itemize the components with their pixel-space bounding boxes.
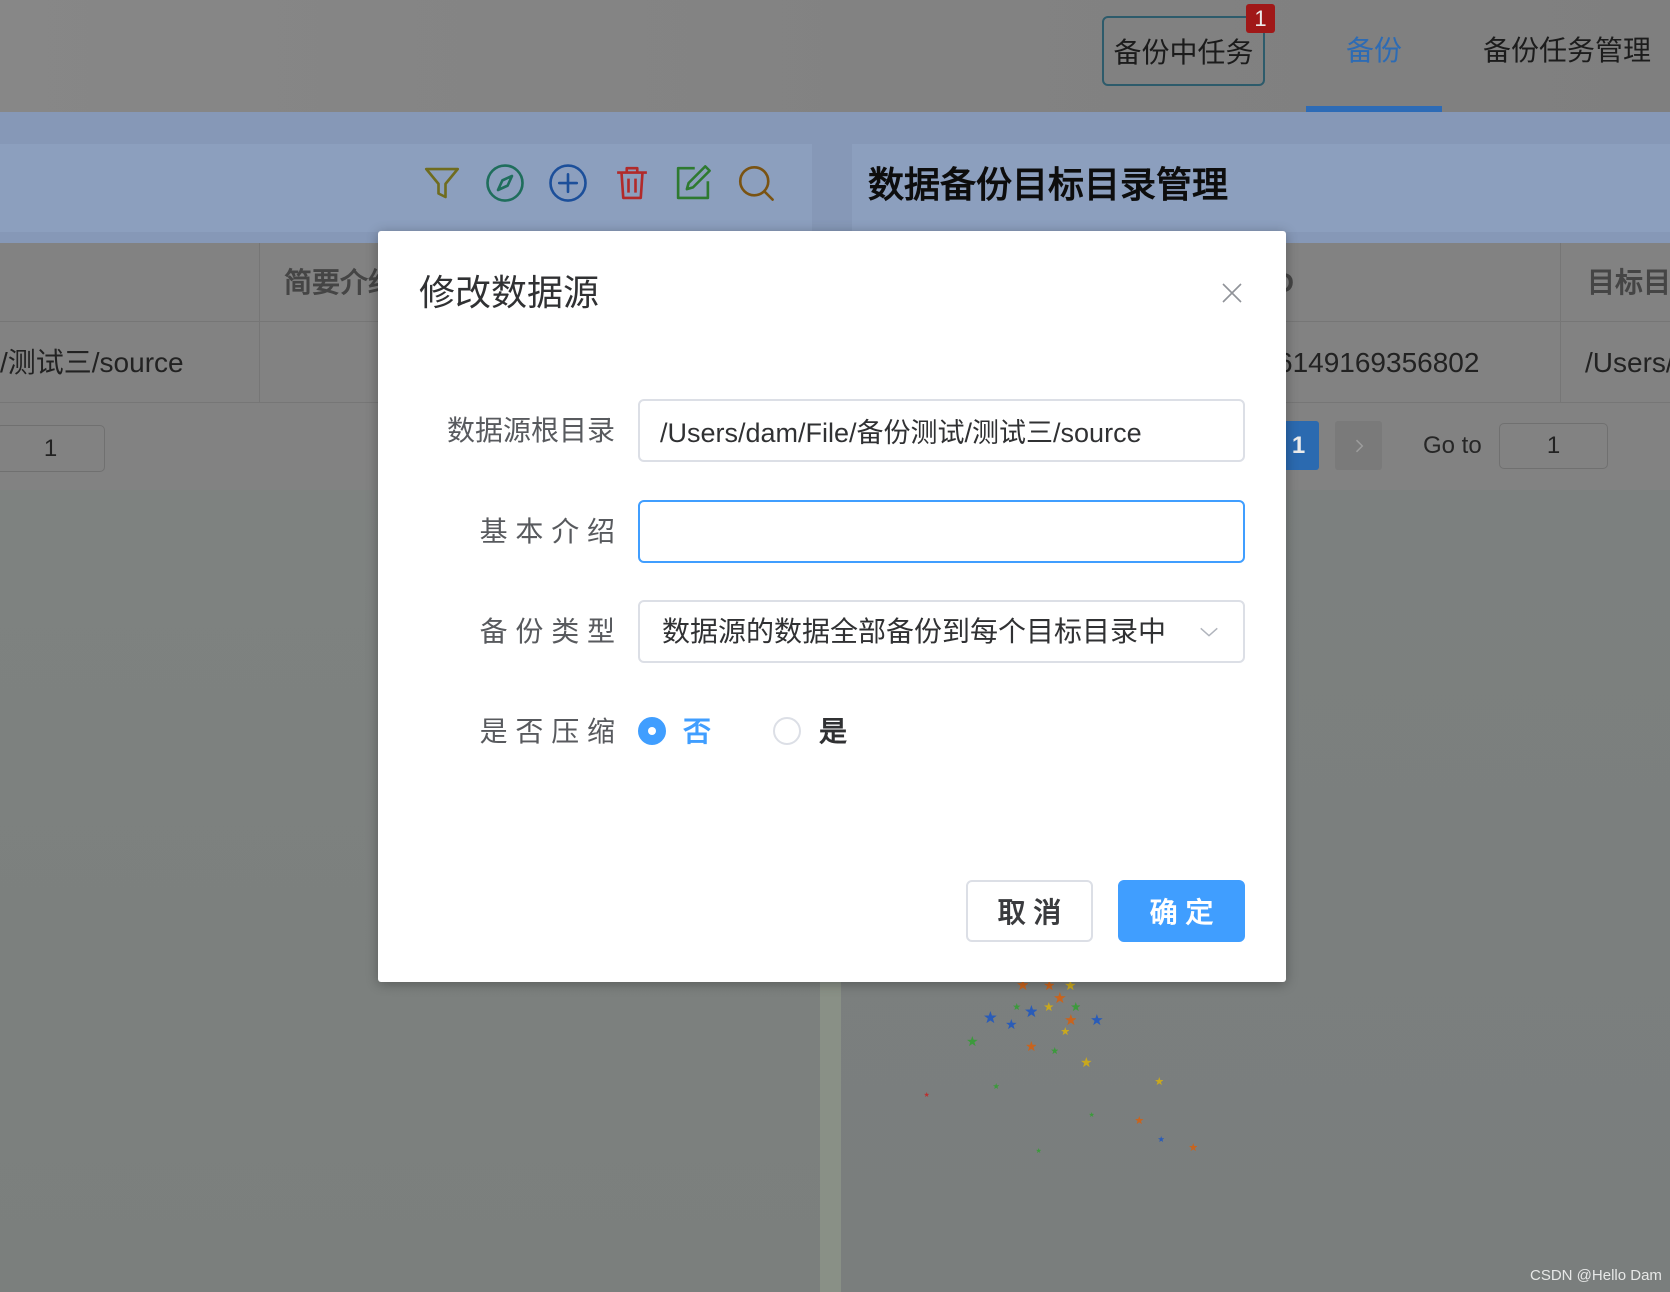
dialog-title: 修改数据源 <box>419 272 600 313</box>
table-cell-id: 6149169356802 <box>1277 347 1480 378</box>
confirm-button[interactable]: 确 定 <box>1118 880 1245 942</box>
compress-no-label[interactable]: 否 <box>683 700 711 763</box>
filter-icon[interactable] <box>421 162 463 204</box>
tab-backup-label: 备份 <box>1345 35 1402 66</box>
edit-icon[interactable] <box>672 162 714 204</box>
search-icon[interactable] <box>735 162 777 204</box>
compress-yes-radio[interactable] <box>773 717 801 745</box>
goto-page-input[interactable]: 1 <box>0 425 105 472</box>
pagination-next-button[interactable] <box>1335 421 1382 470</box>
compress-no-radio[interactable] <box>638 717 666 745</box>
tasks-in-progress-button[interactable]: 备份中任务 <box>1102 16 1265 86</box>
backup-type-value: 数据源的数据全部备份到每个目标目录中 <box>662 616 1167 647</box>
page: 备份中任务 1 备份 备份任务管理 数据备份目标目录管理 简要介绍 /测试三/s… <box>0 0 1670 1292</box>
column-divider <box>1560 243 1561 403</box>
chevron-right-icon <box>1355 439 1363 452</box>
right-panel-title: 数据备份目标目录管理 <box>868 164 1229 205</box>
tab-task-management-label: 备份任务管理 <box>1482 35 1651 66</box>
tasks-count-badge: 1 <box>1246 4 1275 33</box>
compress-yes-label[interactable]: 是 <box>819 700 847 763</box>
watermark: CSDN @Hello Dam <box>1530 1267 1662 1284</box>
cancel-button[interactable]: 取 消 <box>966 880 1093 942</box>
goto-page-input[interactable]: 1 <box>1499 423 1608 469</box>
chevron-down-icon <box>1200 627 1218 637</box>
table-cell-target-dir: /Users/ <box>1585 347 1670 378</box>
tasks-in-progress-label: 备份中任务 <box>1113 37 1254 68</box>
column-divider <box>259 243 260 403</box>
compass-icon[interactable] <box>484 162 526 204</box>
tab-backup[interactable]: 备份 <box>1306 0 1442 98</box>
trash-icon[interactable] <box>611 162 653 204</box>
backup-type-label: 备 份 类 型 <box>479 616 615 647</box>
root-dir-input[interactable] <box>638 399 1245 462</box>
description-label: 基 本 介 绍 <box>479 516 615 547</box>
description-input[interactable] <box>638 500 1245 563</box>
goto-label: Go to <box>1423 432 1482 459</box>
close-icon[interactable] <box>1220 281 1244 305</box>
plus-circle-icon[interactable] <box>547 162 589 204</box>
table-cell-root-dir: /测试三/source <box>0 347 184 378</box>
edit-datasource-dialog: 修改数据源 数据源根目录 基 本 介 绍 备 份 类 型 数据源的数据全部备份到… <box>378 231 1286 982</box>
top-nav-bar: 备份中任务 1 备份 备份任务管理 <box>0 0 1670 112</box>
backup-type-select[interactable]: 数据源的数据全部备份到每个目标目录中 <box>638 600 1245 663</box>
tab-task-management[interactable]: 备份任务管理 <box>1470 0 1664 98</box>
compress-label: 是 否 压 缩 <box>479 716 615 747</box>
column-header-target-dir: 目标目 <box>1587 267 1670 298</box>
root-dir-label: 数据源根目录 <box>446 415 615 446</box>
